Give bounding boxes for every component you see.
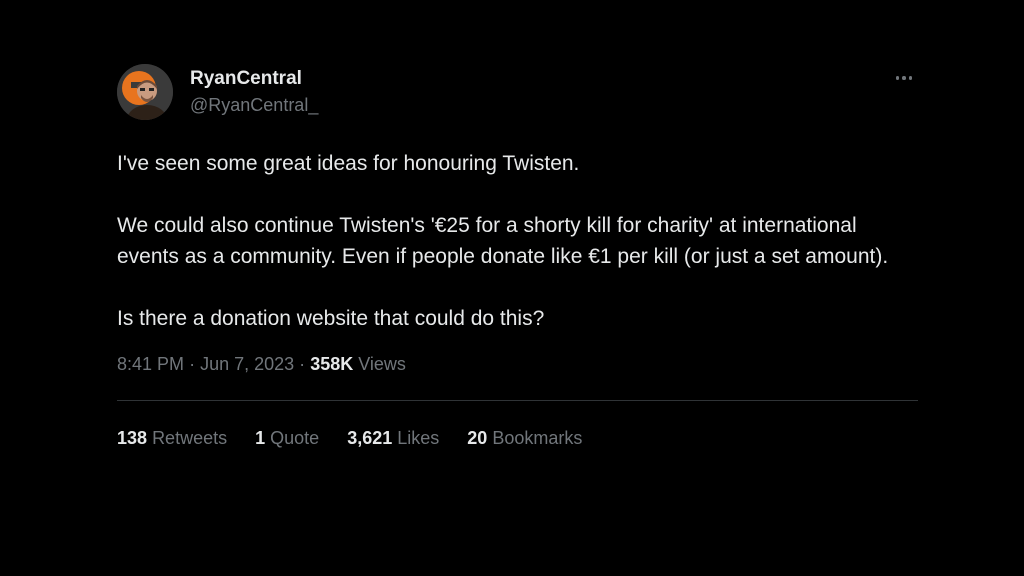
author-handle[interactable]: @RyanCentral_ xyxy=(190,93,318,117)
bookmarks-count: 20 xyxy=(467,428,488,448)
likes-stat[interactable]: 3,621 Likes xyxy=(347,426,439,450)
avatar[interactable] xyxy=(117,64,173,120)
bookmarks-stat[interactable]: 20 Bookmarks xyxy=(467,426,582,450)
dot xyxy=(908,76,913,80)
tweet-header: RyanCentral @RyanCentral_ xyxy=(117,64,918,122)
likes-count: 3,621 xyxy=(347,428,393,448)
bookmarks-label: Bookmarks xyxy=(492,428,583,448)
author-names: RyanCentral @RyanCentral_ xyxy=(190,67,318,117)
views-count: 358K xyxy=(310,354,354,374)
quotes-count: 1 xyxy=(255,428,266,448)
retweets-label: Retweets xyxy=(152,428,228,448)
separator: · xyxy=(299,354,306,374)
tweet-text: I've seen some great ideas for honouring… xyxy=(117,148,918,334)
avatar-image xyxy=(117,64,173,120)
views-label: Views xyxy=(358,354,406,374)
quotes-stat[interactable]: 1 Quote xyxy=(255,426,319,450)
tweet-meta: 8:41 PM · Jun 7, 2023 · 358K Views xyxy=(117,352,918,376)
likes-label: Likes xyxy=(397,428,440,448)
display-name[interactable]: RyanCentral xyxy=(190,67,318,91)
separator: · xyxy=(189,354,196,374)
tweet-stats: 138 Retweets 1 Quote 3,621 Likes 20 Book… xyxy=(117,426,918,450)
tweet-paragraph: We could also continue Twisten's '€25 fo… xyxy=(117,214,889,268)
tweet-time[interactable]: 8:41 PM xyxy=(117,354,184,374)
tweet-paragraph: I've seen some great ideas for honouring… xyxy=(117,152,580,175)
divider xyxy=(117,400,918,401)
tweet-card: RyanCentral @RyanCentral_ I've seen some… xyxy=(117,64,918,450)
retweets-stat[interactable]: 138 Retweets xyxy=(117,426,227,450)
dot xyxy=(902,76,906,80)
more-options-icon[interactable] xyxy=(890,66,918,90)
dot xyxy=(895,76,900,80)
retweets-count: 138 xyxy=(117,428,148,448)
tweet-paragraph: Is there a donation website that could d… xyxy=(117,307,545,330)
quotes-label: Quote xyxy=(270,428,320,448)
tweet-date[interactable]: Jun 7, 2023 xyxy=(200,354,294,374)
